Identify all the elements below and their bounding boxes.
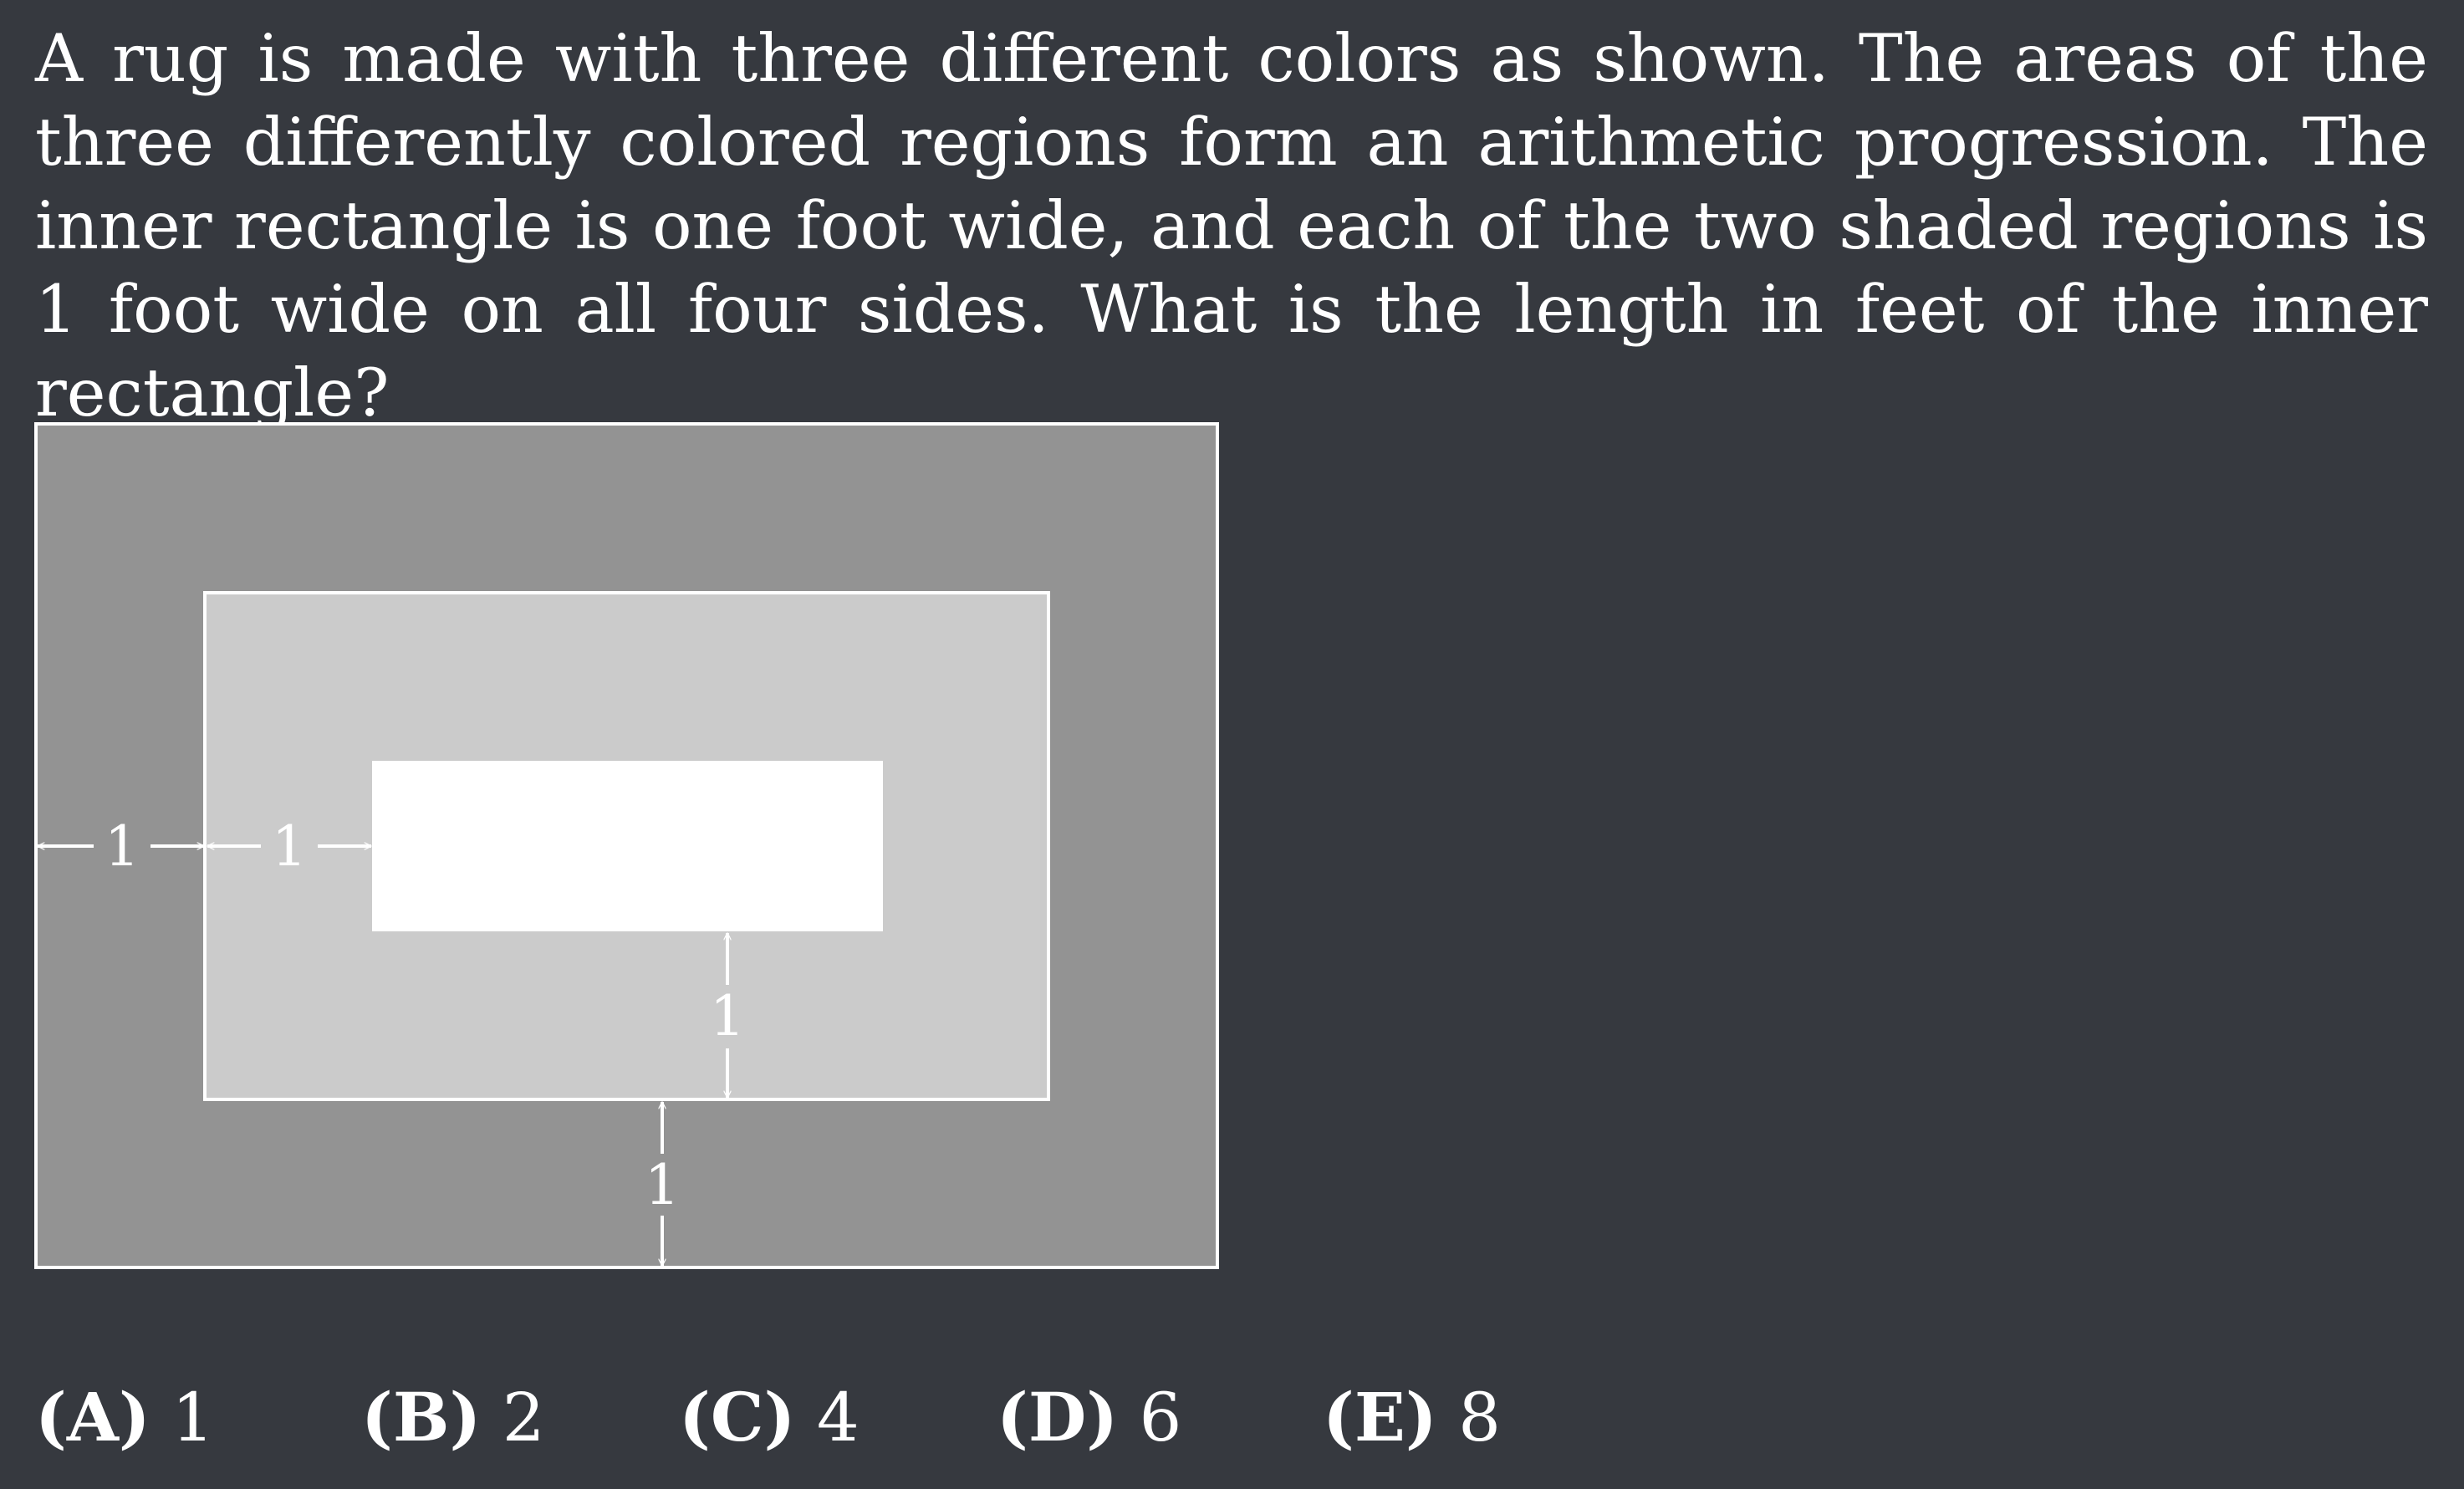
choice-d[interactable]: (D) 6 bbox=[997, 1371, 1181, 1464]
dimension-label-vertical-outer: 1 bbox=[645, 1153, 680, 1217]
dimension-label-left-outer: 1 bbox=[105, 814, 140, 879]
choice-a[interactable]: (A) 1 bbox=[35, 1371, 214, 1464]
choice-e-letter: (E) bbox=[1323, 1378, 1437, 1456]
choice-b-value: 2 bbox=[502, 1379, 545, 1456]
choice-b-letter: (B) bbox=[361, 1378, 482, 1456]
choice-a-value: 1 bbox=[171, 1379, 215, 1456]
choice-e[interactable]: (E) 8 bbox=[1323, 1371, 1501, 1464]
dimension-label-left-inner: 1 bbox=[272, 814, 307, 879]
choice-d-value: 6 bbox=[1139, 1379, 1182, 1456]
choice-d-letter: (D) bbox=[997, 1378, 1119, 1456]
rug-diagram: 1 1 1 1 bbox=[34, 422, 1219, 1269]
choice-e-value: 8 bbox=[1458, 1379, 1502, 1456]
choice-c-letter: (C) bbox=[679, 1378, 796, 1456]
choice-b[interactable]: (B) 2 bbox=[361, 1371, 545, 1464]
choice-c-value: 4 bbox=[816, 1379, 860, 1456]
choice-c[interactable]: (C) 4 bbox=[679, 1371, 860, 1464]
inner-rectangle bbox=[372, 761, 883, 931]
dimension-label-vertical-inner: 1 bbox=[710, 984, 745, 1048]
choice-a-letter: (A) bbox=[35, 1378, 150, 1456]
